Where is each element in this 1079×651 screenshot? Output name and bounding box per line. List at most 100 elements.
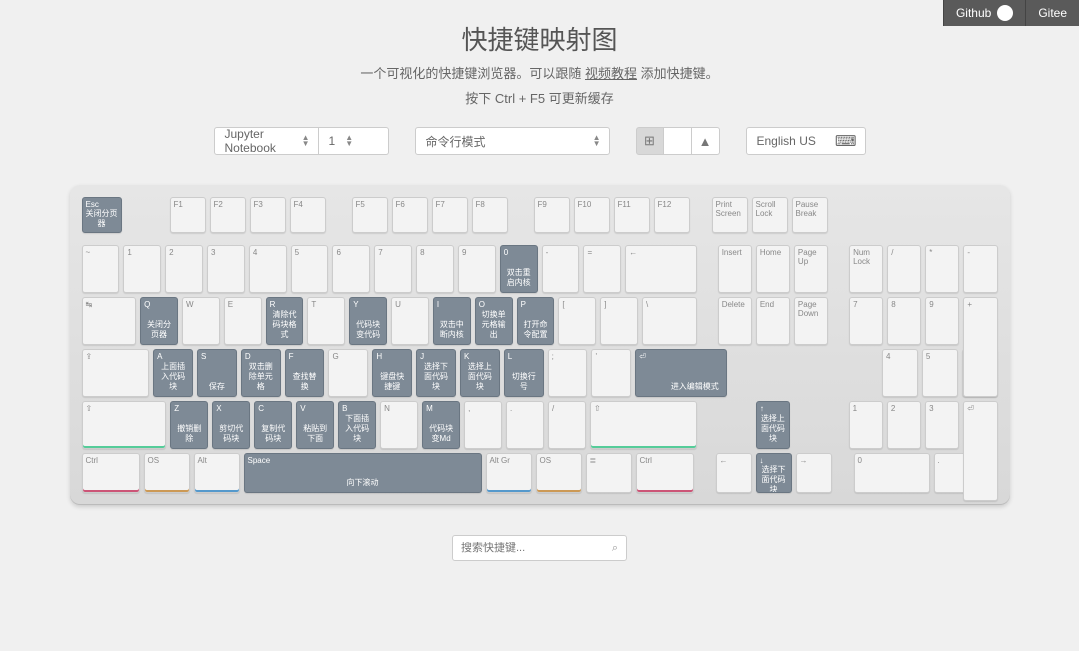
key-n[interactable]: N bbox=[380, 401, 418, 449]
key-f9[interactable]: F9 bbox=[534, 197, 570, 233]
search-input[interactable] bbox=[461, 542, 612, 554]
key-m[interactable]: M代码块变Md bbox=[422, 401, 460, 449]
key-quote[interactable]: ' bbox=[591, 349, 631, 397]
key-numpad-9[interactable]: 9 bbox=[925, 297, 959, 345]
key-6[interactable]: 6 bbox=[332, 245, 370, 293]
key-rightctrl[interactable]: Ctrl bbox=[636, 453, 694, 493]
key-leftos[interactable]: OS bbox=[144, 453, 190, 493]
key-v[interactable]: V粘贴到下面 bbox=[296, 401, 334, 449]
key-semicolon[interactable]: ; bbox=[548, 349, 588, 397]
key-f12[interactable]: F12 bbox=[654, 197, 690, 233]
key-comma[interactable]: , bbox=[464, 401, 502, 449]
key-numpad-enter[interactable]: ⏎ bbox=[963, 401, 997, 501]
key-w[interactable]: W bbox=[182, 297, 220, 345]
key-i[interactable]: I双击中断内核 bbox=[433, 297, 471, 345]
key-numpad-divide[interactable]: / bbox=[887, 245, 921, 293]
key-e[interactable]: E bbox=[224, 297, 262, 345]
key-g[interactable]: G bbox=[328, 349, 368, 397]
key-numpad-subtract[interactable]: - bbox=[963, 245, 997, 293]
key-f4[interactable]: F4 bbox=[290, 197, 326, 233]
key-numpad-1[interactable]: 1 bbox=[849, 401, 883, 449]
key-f5[interactable]: F5 bbox=[352, 197, 388, 233]
key-numpad-5[interactable]: 5 bbox=[922, 349, 958, 397]
key-s[interactable]: S保存 bbox=[197, 349, 237, 397]
key-left[interactable]: ← bbox=[716, 453, 752, 493]
key-f7[interactable]: F7 bbox=[432, 197, 468, 233]
key-leftbracket[interactable]: [ bbox=[558, 297, 596, 345]
key-k[interactable]: K选择上面代码块 bbox=[460, 349, 500, 397]
key-end[interactable]: End bbox=[756, 297, 790, 345]
key-2[interactable]: 2 bbox=[165, 245, 203, 293]
key-r[interactable]: R清除代码块格式 bbox=[266, 297, 304, 345]
key-f1[interactable]: F1 bbox=[170, 197, 206, 233]
key-numpad-add[interactable]: + bbox=[963, 297, 997, 397]
key-leftalt[interactable]: Alt bbox=[194, 453, 240, 493]
key-numpad-7[interactable]: 7 bbox=[849, 297, 883, 345]
key-capslock[interactable]: ⇪ bbox=[82, 349, 150, 397]
os-mac-button[interactable] bbox=[664, 127, 692, 155]
key-l[interactable]: L切换行号 bbox=[504, 349, 544, 397]
key-3[interactable]: 3 bbox=[207, 245, 245, 293]
key-up[interactable]: ↑选择上面代码块 bbox=[756, 401, 790, 449]
mode-select[interactable]: 命令行模式▲▼ bbox=[415, 127, 610, 155]
os-windows-button[interactable]: ⊞ bbox=[636, 127, 664, 155]
key-equal[interactable]: = bbox=[583, 245, 621, 293]
app-select[interactable]: Jupyter Notebook▲▼ bbox=[214, 127, 319, 155]
key-leftctrl[interactable]: Ctrl bbox=[82, 453, 140, 493]
key-menu[interactable]: ≣ bbox=[586, 453, 632, 493]
key-f11[interactable]: F11 bbox=[614, 197, 650, 233]
key-0[interactable]: 0双击重启内核 bbox=[500, 245, 538, 293]
key-esc[interactable]: Esc关闭分页器 bbox=[82, 197, 122, 233]
key-pageup[interactable]: Page Up bbox=[794, 245, 828, 293]
key-f3[interactable]: F3 bbox=[250, 197, 286, 233]
gitee-link[interactable]: Gitee bbox=[1025, 0, 1079, 26]
key-slash[interactable]: / bbox=[548, 401, 586, 449]
key-f6[interactable]: F6 bbox=[392, 197, 428, 233]
key-f10[interactable]: F10 bbox=[574, 197, 610, 233]
layout-select[interactable]: English US⌨ bbox=[746, 127, 866, 155]
search-input-wrap[interactable]: ⌕ bbox=[452, 535, 627, 561]
version-select[interactable]: 1▲▼ bbox=[319, 127, 389, 155]
key-right[interactable]: → bbox=[796, 453, 832, 493]
key-a[interactable]: A上面插入代码块 bbox=[153, 349, 193, 397]
key-d[interactable]: D双击删除单元格 bbox=[241, 349, 281, 397]
key-space[interactable]: Space向下滚动 bbox=[244, 453, 482, 493]
os-linux-button[interactable]: ▲ bbox=[692, 127, 720, 155]
key-numpad-4[interactable]: 4 bbox=[882, 349, 918, 397]
key-o[interactable]: O切换单元格输出 bbox=[475, 297, 513, 345]
key-minus[interactable]: - bbox=[542, 245, 580, 293]
key-5[interactable]: 5 bbox=[291, 245, 329, 293]
key-backslash[interactable]: \ bbox=[642, 297, 697, 345]
key-u[interactable]: U bbox=[391, 297, 429, 345]
key-scrolllock[interactable]: Scroll Lock bbox=[752, 197, 788, 233]
key-b[interactable]: B下面插入代码块 bbox=[338, 401, 376, 449]
key-p[interactable]: P打开命令配置 bbox=[517, 297, 555, 345]
key-t[interactable]: T bbox=[307, 297, 345, 345]
key-delete[interactable]: Delete bbox=[718, 297, 752, 345]
key-q[interactable]: Q关闭分页器 bbox=[140, 297, 178, 345]
key-h[interactable]: H键盘快捷键 bbox=[372, 349, 412, 397]
key-down[interactable]: ↓选择下面代码块 bbox=[756, 453, 792, 493]
key-4[interactable]: 4 bbox=[249, 245, 287, 293]
key-8[interactable]: 8 bbox=[416, 245, 454, 293]
key-numpad-0[interactable]: 0 bbox=[854, 453, 930, 493]
key-rightshift[interactable]: ⇧ bbox=[590, 401, 697, 449]
key-leftshift[interactable]: ⇧ bbox=[82, 401, 167, 449]
key-9[interactable]: 9 bbox=[458, 245, 496, 293]
key-backspace[interactable]: ← bbox=[625, 245, 696, 293]
key-tilde[interactable]: ~ bbox=[82, 245, 120, 293]
key-numlock[interactable]: Num Lock bbox=[849, 245, 883, 293]
key-period[interactable]: . bbox=[506, 401, 544, 449]
key-rightos[interactable]: OS bbox=[536, 453, 582, 493]
key-7[interactable]: 7 bbox=[374, 245, 412, 293]
key-home[interactable]: Home bbox=[756, 245, 790, 293]
github-link[interactable]: Github bbox=[943, 0, 1025, 26]
key-rightbracket[interactable]: ] bbox=[600, 297, 638, 345]
key-pagedown[interactable]: Page Down bbox=[794, 297, 828, 345]
key-tab[interactable]: ↹ bbox=[82, 297, 137, 345]
key-1[interactable]: 1 bbox=[123, 245, 161, 293]
key-numpad-8[interactable]: 8 bbox=[887, 297, 921, 345]
key-altgr[interactable]: Alt Gr bbox=[486, 453, 532, 493]
key-enter[interactable]: ⏎进入编辑模式 bbox=[635, 349, 727, 397]
key-j[interactable]: J选择下面代码块 bbox=[416, 349, 456, 397]
